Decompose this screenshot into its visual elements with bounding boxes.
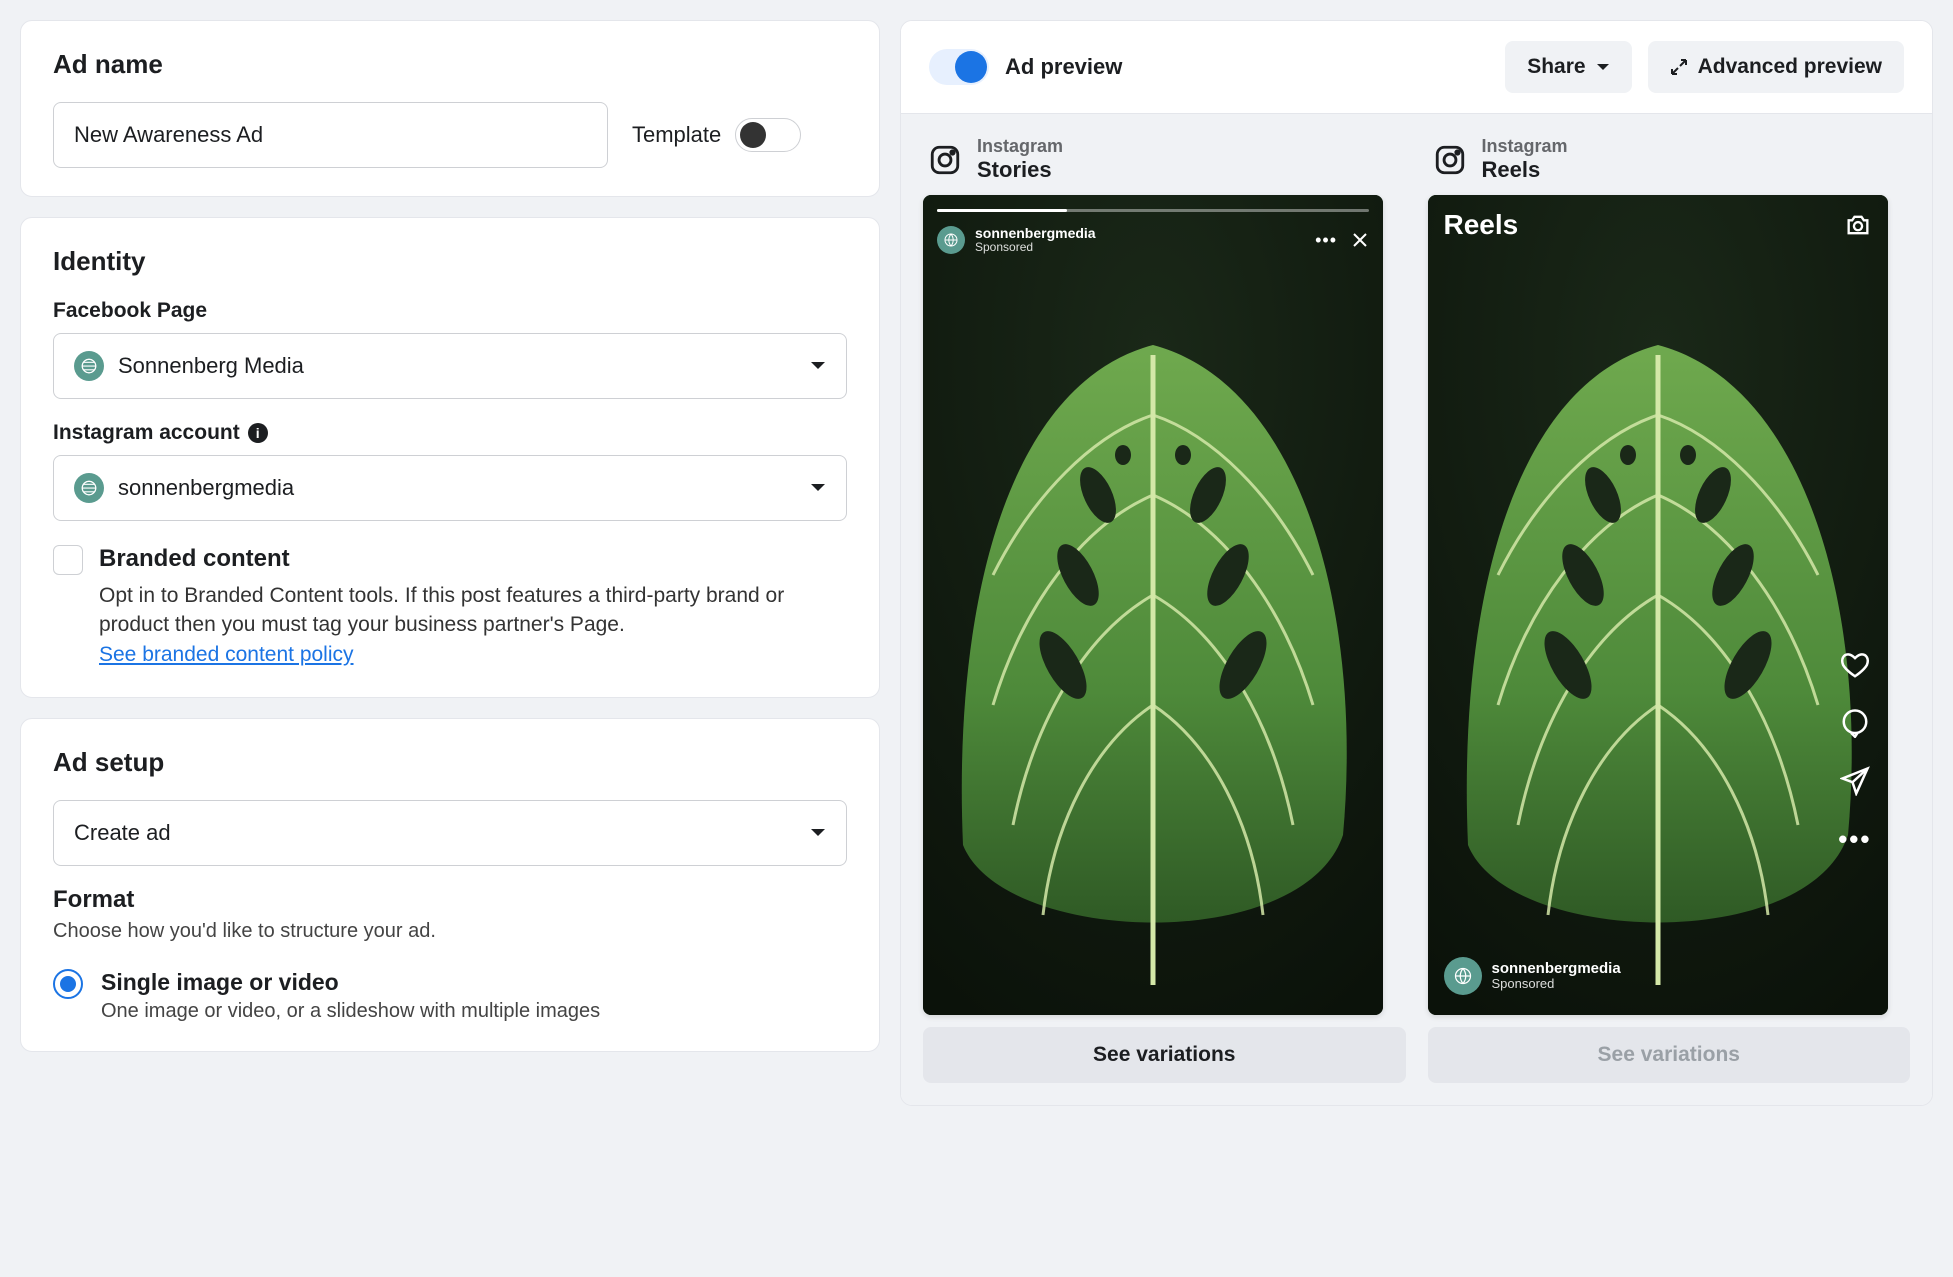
camera-icon	[1844, 211, 1872, 239]
info-icon[interactable]: i	[248, 423, 268, 443]
branded-content-link[interactable]: See branded content policy	[99, 643, 354, 666]
reels-sponsored: Sponsored	[1492, 977, 1621, 992]
ad-preview-toggle[interactable]	[929, 49, 989, 85]
reels-overlay-title: Reels	[1444, 209, 1519, 241]
identity-card: Identity Facebook Page Sonnenberg Media …	[20, 217, 880, 698]
advanced-preview-button[interactable]: Advanced preview	[1648, 41, 1904, 93]
comment-icon	[1840, 708, 1870, 738]
ad-name-input[interactable]	[53, 102, 608, 168]
format-option-single-desc: One image or video, or a slideshow with …	[101, 1000, 600, 1023]
more-icon: •••	[1315, 230, 1337, 251]
stories-progress	[937, 209, 1369, 212]
ad-name-card: Ad name Template	[20, 20, 880, 197]
format-option-single-title: Single image or video	[101, 969, 600, 996]
chevron-down-icon	[810, 828, 826, 838]
format-option-single[interactable]: Single image or video One image or video…	[53, 969, 847, 1023]
ig-account-label: Instagram account	[53, 421, 240, 445]
ad-preview-title: Ad preview	[1005, 54, 1489, 80]
ad-name-title: Ad name	[53, 49, 847, 80]
ig-account-value: sonnenbergmedia	[118, 475, 294, 501]
ig-account-select[interactable]: sonnenbergmedia	[53, 455, 847, 521]
stories-sponsored: Sponsored	[975, 241, 1096, 254]
stories-preview: sonnenbergmedia Sponsored •••	[923, 195, 1383, 1015]
reels-avatar-icon	[1444, 957, 1482, 995]
identity-title: Identity	[53, 246, 847, 277]
close-icon	[1351, 231, 1369, 249]
branded-content-title: Branded content	[99, 545, 847, 573]
branded-content-desc: Opt in to Branded Content tools. If this…	[99, 584, 784, 636]
fb-page-avatar-icon	[74, 351, 104, 381]
template-label: Template	[632, 122, 721, 148]
branded-content-checkbox[interactable]	[53, 545, 83, 575]
caret-down-icon	[1596, 63, 1610, 72]
fb-page-value: Sonnenberg Media	[118, 353, 304, 379]
ig-account-avatar-icon	[74, 473, 104, 503]
expand-icon	[1670, 58, 1688, 76]
instagram-icon	[1432, 142, 1468, 178]
format-desc: Choose how you'd like to structure your …	[53, 920, 847, 943]
ad-setup-title: Ad setup	[53, 747, 847, 778]
share-icon	[1840, 766, 1870, 796]
reels-preview: Reels ••• sonnenbergmedia Sponsored	[1428, 195, 1888, 1015]
reels-platform-label: Instagram	[1482, 136, 1568, 157]
reels-user: sonnenbergmedia	[1492, 960, 1621, 977]
fb-page-select[interactable]: Sonnenberg Media	[53, 333, 847, 399]
share-button[interactable]: Share	[1505, 41, 1631, 93]
stories-user: sonnenbergmedia	[975, 226, 1096, 241]
like-icon	[1840, 650, 1870, 680]
more-icon: •••	[1838, 824, 1871, 855]
ad-setup-select[interactable]: Create ad	[53, 800, 847, 866]
instagram-icon	[927, 142, 963, 178]
chevron-down-icon	[810, 483, 826, 493]
stories-platform-label: Instagram	[977, 136, 1063, 157]
stories-avatar-icon	[937, 226, 965, 254]
radio-single[interactable]	[53, 969, 83, 999]
ad-setup-card: Ad setup Create ad Format Choose how you…	[20, 718, 880, 1052]
fb-page-label: Facebook Page	[53, 299, 847, 323]
ad-setup-value: Create ad	[74, 820, 171, 846]
format-title: Format	[53, 886, 847, 914]
see-variations-reels-button[interactable]: See variations	[1428, 1027, 1911, 1083]
template-toggle[interactable]	[735, 118, 801, 152]
chevron-down-icon	[810, 361, 826, 371]
reels-placement-label: Reels	[1482, 157, 1568, 183]
see-variations-stories-button[interactable]: See variations	[923, 1027, 1406, 1083]
stories-placement-label: Stories	[977, 157, 1063, 183]
